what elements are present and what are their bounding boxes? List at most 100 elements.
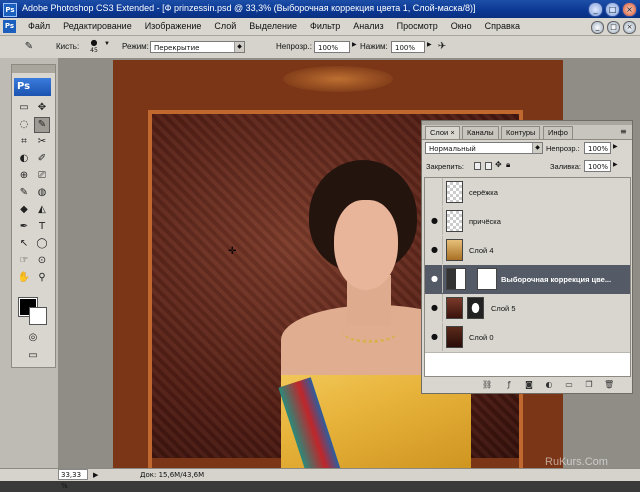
- layer-row[interactable]: ● Слой 4: [425, 236, 630, 266]
- blend-mode-select[interactable]: Нормальный ◆: [425, 142, 543, 154]
- layer-thumbnail[interactable]: [446, 181, 463, 203]
- tool-icon[interactable]: ✂: [35, 135, 49, 149]
- tool-icon[interactable]: ✒: [17, 220, 31, 234]
- layer-row[interactable]: ● причёска: [425, 207, 630, 237]
- flow-field[interactable]: 100%: [391, 41, 425, 53]
- brush-picker[interactable]: ● 45: [86, 39, 102, 55]
- layer-name[interactable]: Выборочная коррекция цве...: [501, 275, 611, 284]
- menu-image[interactable]: Изображение: [145, 21, 202, 31]
- menu-window[interactable]: Окно: [451, 21, 472, 31]
- opacity-arrow-icon[interactable]: ▶: [352, 41, 357, 48]
- tab-layers[interactable]: Слои ×: [425, 126, 460, 139]
- layer-row[interactable]: ● Слой 5: [425, 294, 630, 324]
- layer-thumbnail[interactable]: [446, 210, 463, 232]
- status-menu-icon[interactable]: ▶: [93, 469, 98, 481]
- background-color-swatch[interactable]: [29, 307, 47, 325]
- mode-select[interactable]: Перекрытие ◆: [150, 41, 245, 53]
- new-layer-icon[interactable]: ❐: [584, 380, 594, 390]
- tool-icon[interactable]: ✐: [35, 152, 49, 166]
- layer-thumbnail[interactable]: [446, 326, 463, 348]
- screen-mode-icon[interactable]: ▭: [26, 349, 40, 363]
- brush-tool-preset-icon[interactable]: ✎: [22, 40, 36, 54]
- tool-icon[interactable]: T: [35, 220, 49, 234]
- tool-icon[interactable]: ◆: [17, 203, 31, 217]
- layer-row[interactable]: серёжка: [425, 178, 630, 208]
- layer-name[interactable]: Слой 5: [491, 304, 516, 313]
- close-button[interactable]: ×: [622, 2, 637, 17]
- opacity-slider-arrow-icon[interactable]: ▶: [613, 143, 618, 150]
- tool-icon[interactable]: ◍: [35, 186, 49, 200]
- visibility-toggle[interactable]: ●: [426, 294, 443, 322]
- toolbox-grip[interactable]: [12, 65, 55, 73]
- tool-icon[interactable]: ✋: [17, 271, 31, 285]
- tool-icon[interactable]: ⊙: [35, 254, 49, 268]
- layer-opacity-field[interactable]: 100%: [584, 142, 611, 154]
- folder-icon[interactable]: ▭: [564, 380, 574, 390]
- visibility-toggle[interactable]: ●: [426, 323, 443, 351]
- tool-icon[interactable]: ⊕: [17, 169, 31, 183]
- doc-minimize-button[interactable]: _: [591, 21, 604, 34]
- visibility-toggle[interactable]: ●: [426, 236, 443, 264]
- menu-view[interactable]: Просмотр: [397, 21, 438, 31]
- document-icon[interactable]: Ps: [3, 20, 16, 33]
- layer-thumbnail[interactable]: [446, 239, 463, 261]
- tool-icon[interactable]: ◌: [17, 118, 31, 132]
- brush-picker-arrow-icon[interactable]: ▼: [104, 41, 110, 47]
- layer-name[interactable]: Слой 4: [469, 246, 494, 255]
- visibility-toggle[interactable]: [426, 178, 443, 206]
- layer-row[interactable]: ● Слой 0: [425, 323, 630, 353]
- adjustment-icon[interactable]: ◐: [544, 380, 554, 390]
- adjustment-layer-thumbnail[interactable]: [446, 268, 466, 290]
- fill-slider-arrow-icon[interactable]: ▶: [613, 161, 618, 168]
- menu-file[interactable]: Файл: [28, 21, 50, 31]
- tool-icon[interactable]: ✥: [35, 101, 49, 115]
- tool-icon[interactable]: ⌗: [17, 135, 31, 149]
- layer-name[interactable]: Слой 0: [469, 333, 494, 342]
- menu-select[interactable]: Выделение: [249, 21, 297, 31]
- maximize-button[interactable]: □: [605, 2, 620, 17]
- visibility-toggle[interactable]: ●: [426, 265, 443, 293]
- layer-row[interactable]: ● Выборочная коррекция цве...: [425, 265, 630, 295]
- tab-paths[interactable]: Контуры: [501, 126, 541, 139]
- tool-icon[interactable]: ☞: [17, 254, 31, 268]
- panel-menu-icon[interactable]: ≡: [620, 127, 627, 136]
- doc-close-button[interactable]: ×: [623, 21, 636, 34]
- lock-position-icon[interactable]: ✥: [495, 160, 502, 169]
- tab-channels[interactable]: Каналы: [462, 126, 499, 139]
- tool-icon[interactable]: ⎚: [35, 169, 49, 183]
- tool-icon[interactable]: ◐: [17, 152, 31, 166]
- trash-icon[interactable]: 🗑︎: [604, 380, 614, 390]
- menu-help[interactable]: Справка: [485, 21, 520, 31]
- tab-info[interactable]: Инфо: [543, 126, 573, 139]
- airbrush-icon[interactable]: ✈: [435, 40, 449, 54]
- menu-filter[interactable]: Фильтр: [310, 21, 340, 31]
- doc-restore-button[interactable]: □: [607, 21, 620, 34]
- layer-name[interactable]: причёска: [469, 217, 501, 226]
- menu-analysis[interactable]: Анализ: [353, 21, 383, 31]
- lock-image-icon[interactable]: [485, 162, 492, 170]
- layer-name[interactable]: серёжка: [469, 188, 498, 197]
- tool-icon[interactable]: ✎: [34, 117, 50, 133]
- fill-field[interactable]: 100%: [584, 160, 611, 172]
- lock-transparency-icon[interactable]: [474, 162, 481, 170]
- layer-thumbnail[interactable]: [446, 297, 463, 319]
- mask-icon[interactable]: ◙: [524, 380, 534, 390]
- zoom-field[interactable]: 33,33 %: [58, 469, 88, 490]
- tool-icon[interactable]: ✎: [17, 186, 31, 200]
- fx-icon[interactable]: ƒ: [504, 380, 514, 390]
- tool-icon[interactable]: ◭: [35, 203, 49, 217]
- tool-icon[interactable]: ⚲: [35, 271, 49, 285]
- layer-mask-thumbnail[interactable]: [467, 297, 484, 319]
- tool-icon[interactable]: ↖: [17, 237, 31, 251]
- visibility-toggle[interactable]: ●: [426, 207, 443, 235]
- minimize-button[interactable]: _: [588, 2, 603, 17]
- layer-mask-thumbnail[interactable]: [477, 268, 497, 290]
- lock-all-icon[interactable]: 🔒︎: [506, 160, 510, 170]
- menu-layer[interactable]: Слой: [214, 21, 236, 31]
- tool-icon[interactable]: ◯: [35, 237, 49, 251]
- link-icon[interactable]: ⛓: [482, 380, 492, 390]
- opacity-field[interactable]: 100%: [314, 41, 350, 53]
- menu-edit[interactable]: Редактирование: [63, 21, 132, 31]
- quick-mask-icon[interactable]: ◎: [26, 331, 40, 345]
- flow-arrow-icon[interactable]: ▶: [427, 41, 432, 48]
